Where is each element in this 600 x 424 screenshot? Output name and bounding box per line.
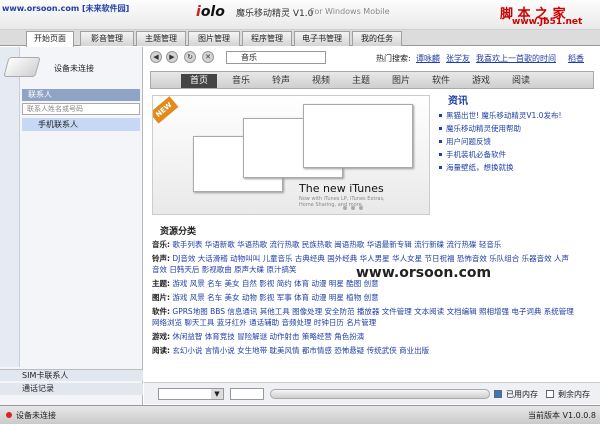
resource-label: 阅读:: [152, 346, 170, 355]
banner-subtext: Now with iTunes LP, iTunes Extras, Home …: [299, 196, 385, 208]
left-pane: 设备未连接 联系人 联系人姓名或号码 手机联系人 SIM卡联系人 通话记录: [0, 47, 143, 405]
tab-tasks[interactable]: 我的任务: [352, 31, 402, 46]
resource-row-game: 游戏: 休闲益智 体育竞技 冒险解谜 动作射击 策略经营 角色扮演: [152, 331, 574, 342]
category-ringtone[interactable]: 铃声: [263, 74, 299, 88]
title-bar: www.orsoon.com [未来软件园] iolo 魔乐移动精灵 V1.0 …: [0, 0, 600, 30]
contacts-header: 联系人: [22, 89, 140, 101]
news-item[interactable]: 用户问题反馈: [436, 135, 572, 148]
hot-link-3[interactable]: 我喜欢上一首歌的时间: [476, 53, 556, 64]
nav-bar: ◀ ▶ ↻ ✕ 音乐 热门搜索: 谭咏麟 张学友 我喜欢上一首歌的时间 稻香: [144, 51, 600, 65]
resource-label: 游戏:: [152, 332, 170, 341]
stop-button[interactable]: ✕: [202, 51, 214, 63]
version-label: 当前版本 V1.0.0.8: [527, 411, 596, 420]
category-video[interactable]: 视频: [303, 74, 339, 88]
watermark-text: www.orsoon.com: [356, 265, 492, 281]
resource-row-reading: 阅读: 玄幻小说 言情小说 女生地带 耽美风情 都市情感 恐怖悬疑 传统武侠 商…: [152, 345, 574, 356]
tab-images[interactable]: 图片管理: [188, 31, 240, 46]
hot-link-1[interactable]: 谭咏麟: [416, 53, 440, 64]
resource-links[interactable]: 休闲益智 体育竞技 冒险解谜 动作射击 策略经营 角色扮演: [172, 332, 364, 341]
tab-start[interactable]: 开始页面: [26, 31, 74, 47]
status-bar: 设备未连接 当前版本 V1.0.0.8: [0, 405, 600, 424]
hot-link-2[interactable]: 张学友: [446, 53, 470, 64]
chevron-down-icon[interactable]: ▼: [211, 389, 223, 399]
storage-dropdown[interactable]: ▼: [158, 388, 224, 400]
tab-themes[interactable]: 主题管理: [136, 31, 186, 46]
category-music[interactable]: 音乐: [223, 74, 259, 88]
main-tabs: 开始页面 影音管理 主题管理 图片管理 程序管理 电子书管理 我的任务: [0, 30, 600, 47]
contacts-search-input[interactable]: 联系人姓名或号码: [22, 103, 140, 115]
banner-dot[interactable]: [359, 206, 363, 210]
news-item[interactable]: 海量壁纸，想换就换: [436, 161, 572, 174]
itunes-window-3: [303, 104, 413, 168]
promo-banner[interactable]: NEW The new iTunes Now with iTunes LP, i…: [152, 95, 430, 215]
tab-ebooks[interactable]: 电子书管理: [294, 31, 350, 46]
hot-search-label: 热门搜索:: [376, 54, 411, 63]
resource-label: 图片:: [152, 293, 170, 302]
resource-row-image: 图片: 游戏 风景 名车 美女 动物 影视 军事 体育 动漫 明星 植物 创意: [152, 292, 574, 303]
new-badge: NEW: [153, 96, 179, 124]
category-theme[interactable]: 主题: [343, 74, 379, 88]
banner-dot[interactable]: [343, 206, 347, 210]
device-icon: [3, 57, 41, 77]
news-item[interactable]: 魔乐移动精灵使用帮助: [436, 122, 572, 135]
tab-media[interactable]: 影音管理: [80, 31, 134, 46]
used-memory-swatch: [494, 390, 502, 398]
site-url-label: www.orsoon.com [未来软件园]: [2, 4, 130, 13]
sidebar-strip: [0, 47, 20, 367]
category-image[interactable]: 图片: [383, 74, 419, 88]
free-memory-swatch: [546, 390, 554, 398]
connection-status: 设备未连接: [16, 411, 56, 420]
watermark-site-url: www.Jb51.net: [512, 17, 583, 27]
memory-bar: ▼ 已用内存 剩余内存: [144, 382, 600, 404]
resource-label: 主题:: [152, 279, 170, 288]
category-home[interactable]: 首页: [181, 74, 217, 88]
free-memory-label: 剩余内存: [558, 390, 590, 399]
resource-links[interactable]: 游戏 风景 名车 美女 自然 影视 简约 体育 动漫 明星 酷图 创意: [172, 279, 378, 288]
banner-headline: The new iTunes: [299, 182, 384, 195]
sim-contacts-button[interactable]: SIM卡联系人: [0, 369, 143, 381]
resource-links[interactable]: GPRS地图 BBS 信息通讯 其他工具 图像处理 安全防范 播放器 文件管理 …: [152, 307, 574, 327]
forward-button[interactable]: ▶: [166, 51, 178, 63]
hot-link-4[interactable]: 稻香: [568, 53, 584, 64]
news-title: 资讯: [448, 96, 468, 107]
resource-categories: 资源分类 音乐: 歌手列表 华语新歌 华语热歌 流行热歌 民族热歌 闽语热歌 华…: [152, 225, 574, 363]
logo-olo: olo: [200, 4, 225, 20]
call-log-button[interactable]: 通话记录: [0, 383, 143, 395]
app-title: 魔乐移动精灵 V1.0: [236, 9, 314, 19]
resource-links[interactable]: 游戏 风景 名车 美女 动物 影视 军事 体育 动漫 明星 植物 创意: [172, 293, 378, 302]
category-software[interactable]: 软件: [423, 74, 459, 88]
status-icon: [6, 412, 12, 418]
main-pane: ◀ ▶ ↻ ✕ 音乐 热门搜索: 谭咏麟 张学友 我喜欢上一首歌的时间 稻香 首…: [144, 47, 600, 405]
resource-label: 软件:: [152, 307, 170, 316]
category-bar: 首页 音乐 铃声 视频 主题 图片 软件 游戏 阅读: [150, 71, 594, 89]
news-panel: 资讯 黑猫出世! 魔乐移动精灵V1.0发布! 魔乐移动精灵使用帮助 用户问题反馈…: [436, 95, 572, 215]
resource-label: 音乐:: [152, 240, 170, 249]
platform-label: For Windows Mobile: [310, 7, 390, 16]
resource-title: 资源分类: [160, 227, 197, 237]
banner-dot[interactable]: [351, 206, 355, 210]
storage-input[interactable]: [230, 388, 264, 400]
address-input[interactable]: 音乐: [226, 51, 326, 64]
memory-usage-bar: [270, 389, 490, 399]
resource-row-music: 音乐: 歌手列表 华语新歌 华语热歌 流行热歌 民族热歌 闽语热歌 华语最新专辑…: [152, 239, 574, 250]
category-game[interactable]: 游戏: [463, 74, 499, 88]
back-button[interactable]: ◀: [150, 51, 162, 63]
contacts-item-phone[interactable]: 手机联系人: [22, 118, 140, 131]
resource-links[interactable]: 歌手列表 华语新歌 华语热歌 流行热歌 民族热歌 闽语热歌 华语最新专辑 流行新…: [172, 240, 501, 249]
news-item[interactable]: 黑猫出世! 魔乐移动精灵V1.0发布!: [436, 109, 572, 122]
app-logo: iolo: [196, 4, 225, 20]
resource-label: 铃声:: [152, 254, 170, 263]
used-memory-label: 已用内存: [506, 390, 538, 399]
tab-programs[interactable]: 程序管理: [242, 31, 292, 46]
news-item[interactable]: 手机装机必备软件: [436, 148, 572, 161]
device-status: 设备未连接: [54, 64, 94, 73]
resource-links[interactable]: 玄幻小说 言情小说 女生地带 耽美风情 都市情感 恐怖悬疑 传统武侠 商业出版: [172, 346, 429, 355]
resource-row-software: 软件: GPRS地图 BBS 信息通讯 其他工具 图像处理 安全防范 播放器 文…: [152, 306, 574, 328]
category-reading[interactable]: 阅读: [503, 74, 539, 88]
refresh-button[interactable]: ↻: [184, 51, 196, 63]
